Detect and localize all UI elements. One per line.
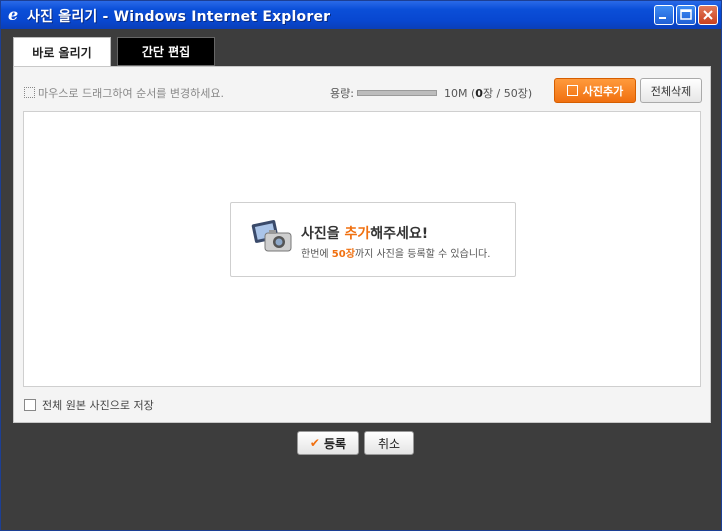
svg-text:e: e [8,6,18,22]
notice-sub-post: 까지 사진을 등록할 수 있습니다. [354,249,491,260]
cancel-button[interactable]: 취소 [364,431,414,455]
checkmark-icon: ✔ [309,436,320,450]
add-photo-label: 사진추가 [582,84,624,98]
notice-sub-pre: 한번에 [301,249,332,260]
capacity-rest: 장 / 50장) [482,87,533,100]
title-bar[interactable]: e 사진 올리기 - Windows Internet Explorer [1,1,721,29]
drag-hint-text: 마우스로 드래그하여 순서를 변경하세요. [38,87,225,100]
drag-hint-icon [24,87,35,98]
ie-icon: e [7,5,23,24]
save-original-label: 전체 원본 사진으로 저장 [42,399,154,412]
notice-title-post: 해주세요! [370,226,429,242]
add-photo-icon [566,85,578,96]
tab-simple-edit[interactable]: 간단 편집 [117,37,215,66]
upload-panel: 마우스로 드래그하여 순서를 변경하세요. 용량: 10M (0장 / 50장)… [13,66,711,423]
capacity-size: 10M ( [444,87,476,100]
add-photo-button[interactable]: 사진추가 [554,78,636,103]
notice-title-pre: 사진을 [301,226,345,242]
notice-title-highlight: 추가 [344,226,371,242]
window-title: 사진 올리기 - Windows Internet Explorer [27,9,331,25]
register-button[interactable]: ✔ 등록 [297,431,359,455]
save-original-checkbox[interactable] [24,399,36,411]
browser-window: e 사진 올리기 - Windows Internet Explorer 바로 … [0,0,722,531]
tab-direct-upload[interactable]: 바로 올리기 [13,37,111,67]
maximize-button[interactable] [676,5,696,25]
register-label: 등록 [323,436,347,451]
close-button[interactable] [698,5,718,25]
save-original-option[interactable]: 전체 원본 사진으로 저장 [24,397,154,413]
drag-hint: 마우스로 드래그하여 순서를 변경하세요. [24,85,224,101]
notice-sub-highlight: 50장 [331,249,355,260]
capacity-value: 10M (0장 / 50장) [444,85,532,101]
capacity-bar [357,90,437,96]
photo-drop-area[interactable]: 사진을 추가해주세요! 한번에 50장까지 사진을 등록할 수 있습니다. [23,111,701,387]
empty-notice: 사진을 추가해주세요! 한번에 50장까지 사진을 등록할 수 있습니다. [230,202,516,277]
notice-subtitle: 한번에 50장까지 사진을 등록할 수 있습니다. [301,245,490,260]
delete-all-button[interactable]: 전체삭제 [640,78,702,103]
minimize-button[interactable] [654,5,674,25]
camera-photo-icon [251,219,295,261]
capacity-count: 0 [475,87,483,100]
notice-title: 사진을 추가해주세요! [301,223,428,243]
capacity-label: 용량: [330,87,354,100]
